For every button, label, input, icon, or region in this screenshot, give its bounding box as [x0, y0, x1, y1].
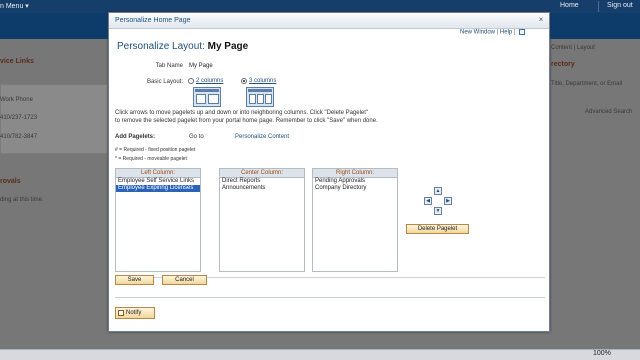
layout-column — [208, 94, 219, 104]
bg-column-header: Work Phone — [0, 97, 33, 103]
layout-column — [249, 94, 256, 104]
arrow-up-icon[interactable]: ▲ — [434, 187, 442, 195]
list-item[interactable]: Announcements — [220, 185, 304, 192]
bg-phone: 410/782-3847 — [0, 134, 38, 140]
bg-links: Content | Layout — [551, 45, 595, 51]
arrow-left-icon[interactable]: ◀ — [424, 197, 432, 205]
help-link[interactable]: Help — [500, 30, 512, 36]
divider — [115, 297, 545, 298]
center-column-list[interactable]: Center Column: Direct Reports Announceme… — [219, 168, 305, 272]
close-icon[interactable]: × — [537, 16, 545, 24]
page-icon[interactable] — [519, 29, 526, 35]
divider — [598, 1, 599, 12]
layout-header-bar — [248, 89, 272, 92]
list-item[interactable]: Employee Self Service Links — [116, 178, 200, 185]
right-column-header: Right Column: — [313, 169, 397, 178]
dialog-title: Personalize Home Page — [115, 17, 191, 24]
bg-pagelet-title: vice Links — [0, 58, 34, 65]
main-menu[interactable]: n Menu ▾ — [0, 2, 29, 10]
tab-name-label: Tab Name — [155, 63, 183, 69]
move-arrows: ▲ ◀ ▶ ▼ — [424, 187, 458, 217]
center-column-header: Center Column: — [220, 169, 304, 178]
layout-column — [265, 94, 272, 104]
dialog-header: Personalize Home Page × — [109, 13, 549, 29]
legend-fixed: # = Required - fixed position pagelet — [115, 147, 196, 153]
new-window-link[interactable]: New Window — [460, 30, 495, 36]
sign-out-link[interactable]: Sign out — [607, 2, 633, 9]
two-columns-radio[interactable] — [188, 78, 194, 84]
list-item[interactable]: Direct Reports — [220, 178, 304, 185]
notify-icon — [118, 310, 124, 316]
two-columns-label[interactable]: 2 columns — [196, 78, 223, 84]
go-to-label: Go to — [189, 134, 204, 140]
notify-button[interactable]: Notify — [115, 307, 155, 319]
home-link[interactable]: Home — [560, 2, 579, 9]
layout-header-bar — [195, 89, 219, 92]
legend-moveable: * = Required - moveable pagelet — [115, 156, 187, 162]
left-column-header: Left Column: — [116, 169, 200, 178]
bg-search-hint: Title, Department, or Email — [551, 81, 623, 87]
page-title: Personalize Layout: My Page — [117, 41, 248, 52]
delete-pagelet-button[interactable]: Delete Pagelet — [406, 224, 469, 234]
tab-name-value: My Page — [189, 63, 213, 69]
layout-column — [196, 94, 206, 104]
personalize-content-link[interactable]: Personalize Content — [235, 134, 289, 140]
list-item-selected[interactable]: Employee Expiring Licenses — [116, 185, 200, 192]
dialog-links: New Window | Help | — [460, 29, 526, 36]
bg-pagelet-title: rovals — [0, 178, 21, 185]
instructions-line: Click arrows to move pagelets up and dow… — [115, 110, 369, 116]
left-column-list[interactable]: Left Column: Employee Self Service Links… — [115, 168, 201, 272]
bg-text: ding at this time. — [0, 197, 44, 203]
right-column-list[interactable]: Right Column: Pending Approvals Company … — [312, 168, 398, 272]
list-item[interactable]: Company Directory — [313, 185, 397, 192]
three-columns-label[interactable]: 3 columns — [249, 78, 276, 84]
three-column-layout-icon[interactable] — [246, 87, 274, 107]
bg-phone: 410/237-1723 — [0, 115, 38, 121]
link-separator: | — [512, 29, 518, 36]
two-column-layout-icon[interactable] — [193, 87, 221, 107]
status-bar — [0, 349, 640, 360]
personalize-dialog: Personalize Home Page × New Window | Hel… — [108, 12, 550, 332]
bg-advanced-search: Advanced Search — [585, 109, 633, 115]
list-item[interactable]: Pending Approvals — [313, 178, 397, 185]
three-columns-radio[interactable] — [241, 78, 247, 84]
bg-pagelet-title: rectory — [551, 61, 575, 68]
arrow-right-icon[interactable]: ▶ — [444, 197, 452, 205]
add-pagelets-label: Add Pagelets: — [115, 134, 156, 140]
notify-label: Notify — [126, 310, 142, 316]
page-title-prefix: Personalize Layout: — [117, 41, 208, 52]
arrow-down-icon[interactable]: ▼ — [434, 207, 442, 215]
instructions-line: to remove the selected pagelet from your… — [115, 118, 378, 124]
instructions: Click arrows to move pagelets up and dow… — [115, 109, 415, 125]
save-button[interactable]: Save — [115, 275, 154, 285]
cancel-button[interactable]: Cancel — [162, 275, 207, 285]
page-title-name: My Page — [207, 41, 249, 52]
layout-column — [257, 94, 264, 104]
zoom-level[interactable]: 100% — [593, 350, 611, 357]
basic-layout-label: Basic Layout: — [146, 79, 183, 85]
